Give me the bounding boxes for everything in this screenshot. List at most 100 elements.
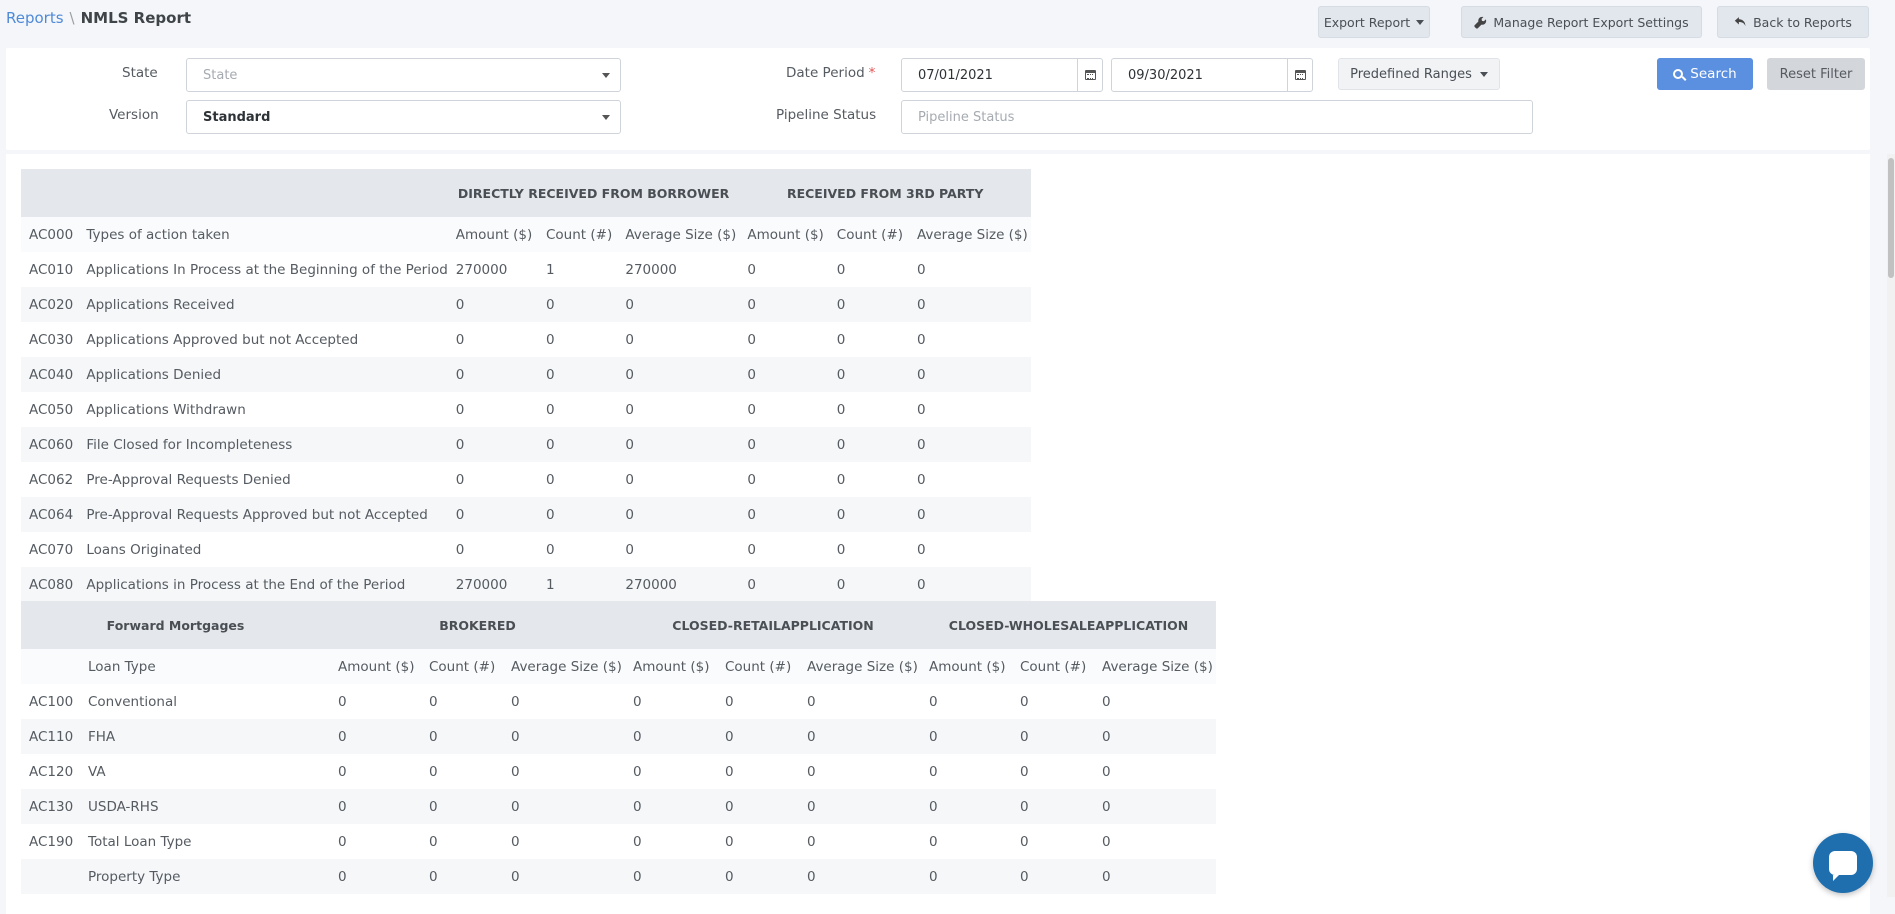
cell-value: 0 [1012,789,1094,824]
reset-filter-button[interactable]: Reset Filter [1767,58,1865,90]
cell-value: 0 [921,789,1012,824]
cell-value: 0 [1094,719,1216,754]
cell-value: 0 [828,287,909,322]
date-to-calendar-button[interactable] [1288,58,1313,92]
cell-value: 0 [503,789,625,824]
calendar-icon [1084,70,1096,80]
cell-value: 0 [1020,833,1029,850]
back-to-reports-button[interactable]: Back to Reports [1717,6,1869,38]
row-label: VA [88,763,106,780]
cell-value: 0 [617,287,740,322]
row-code: AC020 [21,287,79,322]
back-arrow-icon [1734,17,1746,27]
cell-value: 0 [908,427,1031,462]
breadcrumb-separator: \ [69,9,75,27]
row-code [21,859,80,894]
row-code: AC050 [29,401,74,418]
column-header: Count (#) [537,217,618,252]
column-header: Amount ($) [447,217,538,252]
cell-value: 0 [739,567,829,602]
cell-value: 0 [1102,693,1111,710]
group-closed-retail: CLOSED-RETAILAPPLICATION [625,601,921,649]
breadcrumb-reports-link[interactable]: Reports [6,9,64,27]
row-code: AC060 [21,427,79,462]
chat-widget-button[interactable] [1813,833,1873,893]
cell-value: 0 [503,719,625,754]
cell-value: 1 [545,261,555,278]
cell-value: 0 [1102,763,1111,780]
vertical-scrollbar[interactable] [1887,154,1895,897]
date-from-calendar-button[interactable] [1078,58,1103,92]
back-to-reports-label: Back to Reports [1753,14,1852,30]
date-period-label: Date Period * [786,65,875,81]
report-content: DIRECTLY RECEIVED FROM BORROWER RECEIVED… [6,154,1870,914]
calendar-icon [1294,70,1306,80]
table-row: AC062 Pre-Approval Requests Denied 0 0 0 0 0 0 [21,462,1031,497]
row-label: Loans Originated [86,541,202,558]
cell-value: 0 [916,261,926,278]
state-select[interactable]: State [186,58,621,92]
cell-value: 0 [807,833,816,850]
column-header: Loan Type [80,649,330,684]
cell-value: 0 [916,401,926,418]
date-period-label-text: Date Period [786,65,865,81]
search-button[interactable]: Search [1657,58,1753,90]
version-select[interactable]: Standard [186,100,621,134]
cell-value: 0 [625,859,717,894]
chat-bubble-icon [1829,851,1857,881]
cell-value: 0 [717,719,799,754]
group-forward-mortgages: Forward Mortgages [21,601,330,649]
cell-value: 0 [625,471,634,488]
cell-value: 0 [429,693,438,710]
column-header: Amount ($) [330,649,421,684]
table-group-header: Forward Mortgages BROKERED CLOSED-RETAIL… [21,601,1216,649]
cell-value: 0 [330,859,421,894]
cell-value: 0 [625,789,717,824]
scrollbar-thumb[interactable] [1888,158,1894,278]
cell-value: 0 [338,693,347,710]
cell-value: 0 [747,401,756,418]
cell-value: 0 [929,693,938,710]
cell-value: 0 [625,331,634,348]
cell-value: 0 [836,401,846,418]
cell-value: 0 [330,789,421,824]
chevron-down-icon [1479,71,1488,77]
date-from-input[interactable]: 07/01/2021 [901,58,1078,92]
table-row: AC064 Pre-Approval Requests Approved but … [21,497,1031,532]
cell-value: 0 [537,357,618,392]
cell-value: 0 [836,261,846,278]
row-label: Applications Denied [78,357,448,392]
row-label: Total Loan Type [88,833,192,850]
cell-value: 0 [330,719,421,754]
predefined-ranges-label: Predefined Ranges [1350,66,1472,82]
cell-value: 0 [828,567,909,602]
pipeline-status-input[interactable]: Pipeline Status [901,100,1533,134]
row-code: AC040 [21,357,79,392]
cell-value: 0 [836,471,846,488]
column-header: Count (#) [421,649,503,684]
row-code: AC062 [29,471,74,488]
cell-value: 0 [537,497,618,532]
predefined-ranges-button[interactable]: Predefined Ranges [1338,58,1500,90]
table-group-header: DIRECTLY RECEIVED FROM BORROWER RECEIVED… [21,169,1031,217]
chevron-down-icon [602,73,610,78]
date-to-input[interactable]: 09/30/2021 [1111,58,1288,92]
cell-value: 0 [916,331,926,348]
cell-value: 0 [1020,693,1029,710]
export-report-label: Export Report [1323,14,1411,30]
column-header: Types of action taken [78,217,448,252]
cell-value: 0 [836,331,846,348]
cell-value: 0 [421,859,503,894]
row-label: Property Type [80,859,330,894]
table-row: AC010 Applications In Process at the Begi… [21,252,1031,287]
chevron-down-icon [602,115,610,120]
row-code: AC070 [29,541,74,558]
export-report-button[interactable]: Export Report [1318,6,1430,38]
cell-value: 0 [429,763,438,780]
column-header: AC000 [21,217,79,252]
table-row: AC020 Applications Received 000000 [21,287,1031,322]
table-row: AC190 Total Loan Type 0 0 0 0 0 0 0 0 0 [21,824,1216,859]
table-row: AC080 Applications in Process at the End … [21,567,1031,602]
manage-export-settings-button[interactable]: Manage Report Export Settings [1461,6,1702,38]
reset-filter-label: Reset Filter [1779,66,1853,82]
